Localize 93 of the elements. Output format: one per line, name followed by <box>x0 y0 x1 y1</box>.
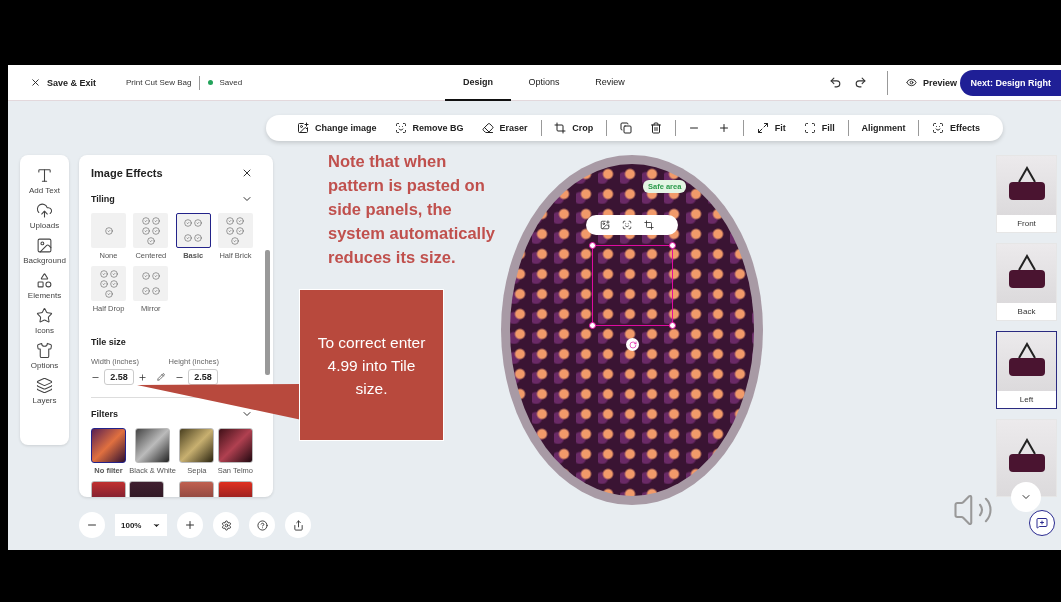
check-circle-icon <box>104 290 113 298</box>
check-circle-icon <box>141 286 150 295</box>
text-icon <box>36 167 53 184</box>
save-status: Saved <box>219 78 243 87</box>
image-plus-icon[interactable] <box>600 220 610 230</box>
check-circle-icon <box>141 272 150 281</box>
shirt-icon <box>36 342 53 359</box>
face-scan-icon <box>394 122 407 134</box>
close-icon <box>30 77 41 88</box>
share-icon <box>292 519 304 531</box>
check-circle-icon <box>231 237 240 245</box>
help-button[interactable] <box>249 512 275 538</box>
preview-button[interactable]: Preview <box>906 77 958 88</box>
crop-icon <box>554 122 567 134</box>
help-icon <box>256 519 268 531</box>
eye-icon <box>906 77 918 88</box>
chat-icon <box>1036 517 1048 529</box>
annotation-note: Note that when pattern is pasted on side panels, the system automatically reduces its size. <box>328 151 496 268</box>
close-icon <box>241 167 253 179</box>
section-title: Tile size <box>91 337 126 347</box>
height-input[interactable]: 2.58 <box>188 369 218 385</box>
rail-item[interactable]: Add Text <box>29 167 60 195</box>
check-circle-icon <box>194 233 203 242</box>
rail-item[interactable]: Elements <box>27 272 62 300</box>
toolbar-button[interactable]: Crop <box>545 122 603 134</box>
zoom-select[interactable]: 100% <box>115 514 167 536</box>
toolbar-button[interactable]: Eraser <box>472 122 537 134</box>
rail-item[interactable]: Icons <box>34 307 55 335</box>
rail-item[interactable]: Background <box>23 237 66 265</box>
nav-tab[interactable]: Review <box>577 64 644 101</box>
star-icon <box>36 307 53 324</box>
view-thumbnail[interactable] <box>996 419 1057 497</box>
redo-button[interactable] <box>854 76 868 89</box>
image-plus-icon <box>297 122 309 134</box>
trash-icon <box>649 122 662 134</box>
upload-icon <box>36 202 53 219</box>
layers-icon <box>36 377 53 394</box>
edit-button[interactable] <box>157 373 165 381</box>
plus-button[interactable] <box>138 372 147 382</box>
settings-icon <box>220 519 232 531</box>
check-circle-icon <box>146 237 155 245</box>
toolbar-button[interactable]: Effects <box>922 122 989 134</box>
check-circle-icon <box>104 226 113 235</box>
toolbar-button[interactable]: Change image <box>288 122 386 134</box>
plus-icon <box>184 519 196 531</box>
view-thumbnail[interactable]: Left <box>996 331 1057 409</box>
check-circle-icon <box>194 219 203 228</box>
chat-button[interactable] <box>1029 510 1055 536</box>
panel-title: Image Effects <box>91 167 163 179</box>
check-circle-icon <box>184 219 193 228</box>
section-title: Filters <box>91 409 118 419</box>
expand-icon <box>756 122 769 134</box>
face-scan-icon <box>931 122 944 134</box>
pencil-icon <box>157 373 165 381</box>
selection-frame[interactable] <box>592 245 673 326</box>
plus-icon <box>138 372 147 382</box>
scan-frame-icon <box>803 122 816 134</box>
settings-button[interactable] <box>213 512 239 538</box>
undo-button[interactable] <box>829 76 843 89</box>
toolbar-button[interactable]: Alignment <box>852 123 915 133</box>
shapes-icon <box>36 272 53 289</box>
check-circle-icon <box>184 233 193 242</box>
view-thumbnail[interactable]: Back <box>996 243 1057 321</box>
zoom-in-button[interactable] <box>177 512 203 538</box>
face-scan-icon[interactable] <box>622 220 632 230</box>
undo-icon <box>829 76 843 89</box>
check-circle-icon <box>151 286 160 295</box>
share-button[interactable] <box>285 512 311 538</box>
rail-item[interactable]: Uploads <box>29 202 60 230</box>
redo-icon <box>854 76 868 89</box>
rail-item[interactable]: Options <box>30 342 59 370</box>
nav-tab[interactable]: Options <box>511 64 578 101</box>
next-button[interactable]: Next: Design Right <box>960 69 1061 96</box>
check-circle-icon <box>151 272 160 281</box>
scrollbar[interactable] <box>265 250 270 375</box>
toolbar-button[interactable]: Fit <box>747 122 795 134</box>
project-name: Print Cut Sew Bag <box>126 78 192 87</box>
section-title: Tiling <box>91 194 115 204</box>
crop-icon[interactable] <box>644 220 654 230</box>
close-button[interactable] <box>241 167 253 179</box>
callout-text: To correct enter 4.99 into Tile size. <box>316 332 427 399</box>
rail-item[interactable]: Layers <box>32 377 57 405</box>
width-input[interactable]: 2.58 <box>104 369 134 385</box>
status-dot <box>208 80 214 85</box>
eraser-icon <box>481 122 494 134</box>
toolbar-button[interactable]: Fill <box>794 122 844 134</box>
toolbar-button[interactable]: Remove BG <box>385 122 473 134</box>
save-exit-button[interactable]: Save & Exit <box>30 77 97 88</box>
nav-tab[interactable]: Design <box>445 64 512 101</box>
plus-icon <box>718 122 731 134</box>
view-thumbnail[interactable]: Front <box>996 155 1057 233</box>
image-icon <box>36 237 53 254</box>
copy-icon <box>619 122 632 134</box>
